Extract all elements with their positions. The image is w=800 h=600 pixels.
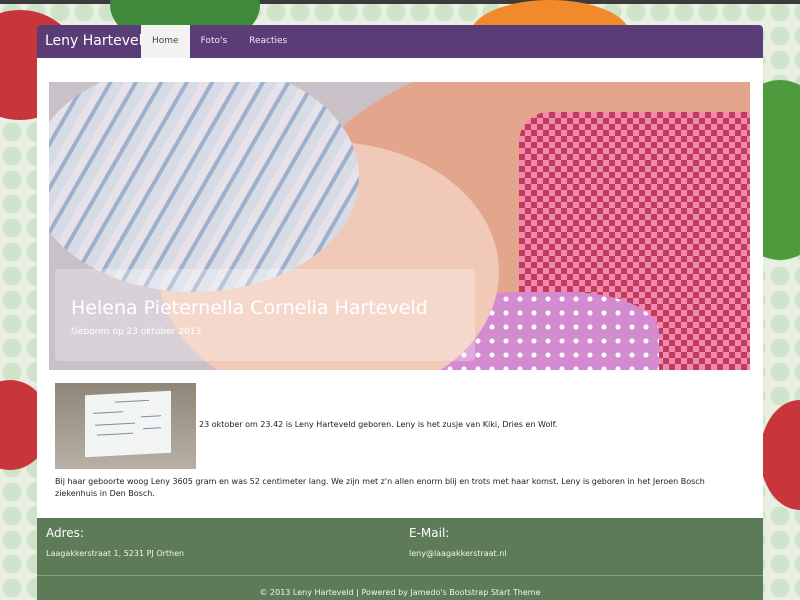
birth-details-text: Bij haar geboorte woog Leny 3605 gram en… xyxy=(55,477,705,498)
site-brand[interactable]: Leny Harteveld xyxy=(45,25,151,58)
address-text: Laagakkerstraat 1, 5231 PJ Orthen xyxy=(46,549,185,558)
site-footer: Adres: Laagakkerstraat 1, 5231 PJ Orthen… xyxy=(37,518,763,600)
background-mushroom-right xyxy=(760,400,800,510)
nav-item-home[interactable]: Home xyxy=(141,25,190,58)
whiteboard-shape xyxy=(85,390,171,458)
hero-photo: Helena Pieternella Cornelia Harteveld Ge… xyxy=(49,82,750,370)
whiteboard-scribble xyxy=(93,411,123,414)
whiteboard-scribble xyxy=(141,415,161,418)
email-heading: E-Mail: xyxy=(409,526,450,540)
address-heading: Adres: xyxy=(46,526,84,540)
nav-item-fotos[interactable]: Foto's xyxy=(190,25,239,58)
copyright-text: © 2013 Leny Harteveld | Powered by Jamed… xyxy=(259,588,541,597)
nav-item-reacties[interactable]: Reacties xyxy=(238,25,298,58)
footer-divider xyxy=(37,575,763,576)
top-navbar: Leny Harteveld Home Foto's Reacties xyxy=(37,25,763,58)
whiteboard-scribble xyxy=(97,432,133,436)
main-content: Helena Pieternella Cornelia Harteveld Ge… xyxy=(37,58,763,518)
hero-subtitle: Geboren op 23 oktober 2013 xyxy=(71,327,202,337)
nav-menu: Home Foto's Reacties xyxy=(141,25,298,58)
whiteboard-scribble xyxy=(115,399,149,403)
hero-caption: Helena Pieternella Cornelia Harteveld Ge… xyxy=(55,269,475,361)
whiteboard-scribble xyxy=(95,422,135,426)
whiteboard-photo xyxy=(55,383,196,469)
hero-title: Helena Pieternella Cornelia Harteveld xyxy=(71,297,428,319)
intro-text: 23 oktober om 23.42 is Leny Harteveld ge… xyxy=(199,420,558,429)
email-link[interactable]: leny@laagakkerstraat.nl xyxy=(409,549,507,558)
whiteboard-scribble xyxy=(143,427,161,430)
